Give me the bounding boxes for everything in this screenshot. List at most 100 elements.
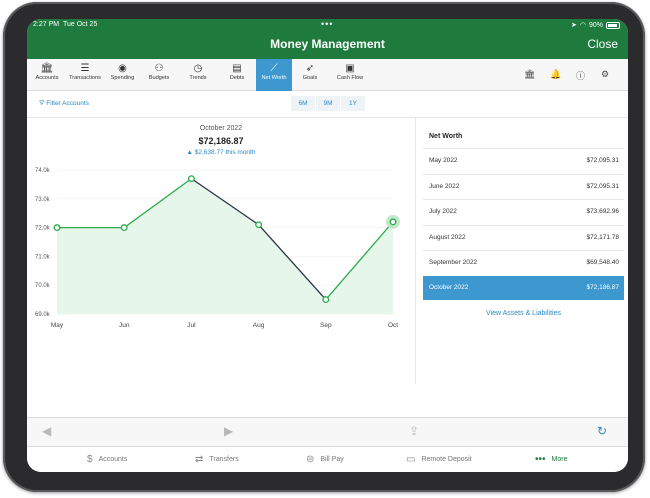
header-bar: 2:27 PM Tue Oct 25 ••• ➤ ◠ 90% Money Man… — [27, 19, 628, 59]
y-tick-label: 72.0k — [35, 226, 51, 232]
spending-icon: ◉ — [118, 63, 127, 74]
row-value: $72,186.87 — [586, 283, 619, 291]
net-worth-row[interactable]: October 2022 $72,186.87 — [423, 275, 624, 300]
range-6m-button[interactable]: 6M — [291, 96, 316, 111]
row-month: June 2022 — [429, 182, 460, 190]
view-assets-link[interactable]: View Assets & Liabilities — [423, 310, 624, 317]
tab-accounts[interactable]: $ Accounts — [87, 454, 127, 465]
app-screen: 2:27 PM Tue Oct 25 ••• ➤ ◠ 90% Money Man… — [27, 19, 628, 472]
net-worth-row[interactable]: September 2022 $69,548.40 — [423, 250, 624, 274]
cashflow-icon: ▣ — [345, 63, 355, 74]
data-point — [255, 221, 263, 229]
data-point — [389, 218, 397, 226]
check-icon: ▭ — [406, 454, 416, 465]
tab-bar: $ Accounts ⇄ Transfers ⊜ Bill Pay ▭ Remote D… — [27, 446, 628, 472]
range-selector: 6M 9M 1Y — [291, 96, 366, 111]
help-icon[interactable]: ⓘ — [576, 69, 585, 82]
battery-icon — [606, 21, 620, 29]
x-tick-label: Jul — [187, 322, 196, 329]
data-point — [53, 224, 61, 232]
status-right: ➤ ◠ 90% — [571, 21, 620, 29]
data-point — [120, 224, 128, 232]
page-title: Money Management — [270, 37, 385, 51]
goal-icon: ➶ — [305, 63, 315, 74]
row-month: August 2022 — [429, 233, 466, 241]
clock-icon: ◷ — [193, 63, 203, 74]
net-worth-row[interactable]: August 2022 $72,171.78 — [423, 224, 624, 249]
row-month: October 2022 — [429, 283, 469, 291]
bank-icon: 🏛 — [40, 63, 54, 74]
filter-row: ⛛ Filter Accounts 6M 9M 1Y — [27, 91, 628, 118]
data-point — [187, 175, 195, 183]
tab-remote-deposit[interactable]: ▭ Remote Deposit — [406, 454, 472, 465]
x-tick-label: Aug — [253, 322, 265, 329]
x-tick-label: May — [51, 322, 64, 329]
tab-transfers[interactable]: ⇄ Transfers — [195, 454, 239, 465]
status-time: 2:27 PM Tue Oct 25 — [33, 21, 98, 28]
trend-line-icon: ⟋ — [270, 63, 278, 74]
data-point — [322, 296, 330, 304]
filter-accounts-button[interactable]: ⛛ Filter Accounts — [39, 100, 89, 108]
budget-icon: ⚇ — [154, 63, 164, 74]
refresh-icon[interactable]: ↻ — [597, 424, 607, 438]
device-frame: 2:27 PM Tue Oct 25 ••• ➤ ◠ 90% Money Man… — [3, 2, 645, 492]
bell-icon[interactable]: 🔔 — [550, 69, 561, 80]
multitask-dots-icon[interactable]: ••• — [321, 19, 333, 29]
tab-more[interactable]: ••• More — [535, 454, 567, 465]
more-icon: ••• — [535, 454, 546, 465]
nav-transactions[interactable]: ☰ Transactions — [65, 59, 105, 91]
nav-budgets[interactable]: ⚇ Budgets — [140, 59, 178, 91]
net-worth-heading: Net Worth — [429, 133, 463, 140]
row-value: $72,095.31 — [586, 157, 619, 164]
forward-arrow-icon[interactable]: ▶ — [224, 424, 233, 438]
module-nav: 🏛 Accounts ☰ Transactions ◉ Spending ⚇ Budge… — [27, 59, 628, 91]
nav-debts[interactable]: ▤ Debts — [218, 59, 256, 91]
pane-divider — [415, 118, 416, 384]
row-month: September 2022 — [429, 259, 478, 266]
nav-net-worth[interactable]: ⟋ Net Worth — [256, 59, 292, 91]
nav-cash-flow[interactable]: ▣ Cash Flow — [328, 59, 372, 91]
x-tick-label: Oct — [388, 322, 398, 329]
net-worth-row[interactable]: May 2022 $72,095.31 — [423, 148, 624, 172]
gear-icon[interactable]: ⚙ — [601, 69, 609, 80]
row-value: $72,095.31 — [586, 182, 619, 190]
back-arrow-icon[interactable]: ◀ — [42, 424, 51, 438]
status-date: Tue Oct 25 — [62, 21, 98, 28]
location-icon: ➤ — [571, 22, 577, 29]
net-worth-row[interactable]: July 2022 $73,692.96 — [423, 199, 624, 223]
battery-label: 90% — [588, 21, 603, 29]
share-icon[interactable]: ⇪ — [409, 424, 419, 438]
y-tick-label: 71.0k — [35, 254, 51, 260]
row-month: July 2022 — [429, 208, 457, 215]
y-tick-label: 74.0k — [35, 168, 51, 174]
close-button[interactable]: Close — [587, 37, 618, 51]
y-tick-label: 69.0k — [35, 312, 51, 318]
nav-goals[interactable]: ➶ Goals — [292, 59, 328, 91]
y-tick-label: 70.0k — [35, 283, 51, 289]
x-tick-label: Jun — [119, 322, 130, 329]
list-icon: ☰ — [80, 63, 90, 74]
net-worth-chart: 69.0k 70.0k 71.0k 72.0k 73.0k 74.0k May Jun Jul A… — [35, 168, 400, 329]
dollar-icon: $ — [87, 454, 93, 465]
chart-pane: October 2022 $72,186.87 ▲ $2,638.77 this… — [27, 118, 415, 384]
row-value: $69,548.40 — [586, 259, 619, 266]
nav-trends[interactable]: ◷ Trends — [178, 59, 218, 91]
row-value: $73,692.96 — [586, 208, 619, 215]
wifi-icon: ◠ — [579, 22, 586, 29]
institution-icon[interactable]: 🏛 — [524, 69, 535, 80]
range-1y-button[interactable]: 1Y — [341, 96, 366, 111]
nav-spending[interactable]: ◉ Spending — [105, 59, 140, 91]
row-month: May 2022 — [429, 157, 458, 164]
row-value: $72,171.78 — [586, 233, 619, 241]
x-tick-label: Sep — [320, 322, 332, 329]
bottom-toolbar: ◀ ▶ ⇪ ↻ — [27, 417, 628, 446]
range-9m-button[interactable]: 9M — [316, 96, 341, 111]
y-tick-label: 73.0k — [35, 197, 51, 203]
debt-icon: ▤ — [232, 63, 242, 74]
nav-accounts[interactable]: 🏛 Accounts — [29, 59, 65, 91]
transfer-icon: ⇄ — [195, 454, 204, 465]
funnel-icon: ⛛ — [39, 100, 45, 107]
net-worth-row[interactable]: June 2022 $72,095.31 — [423, 173, 624, 198]
tab-bill-pay[interactable]: ⊜ Bill Pay — [306, 454, 344, 465]
billpay-icon: ⊜ — [306, 454, 315, 465]
